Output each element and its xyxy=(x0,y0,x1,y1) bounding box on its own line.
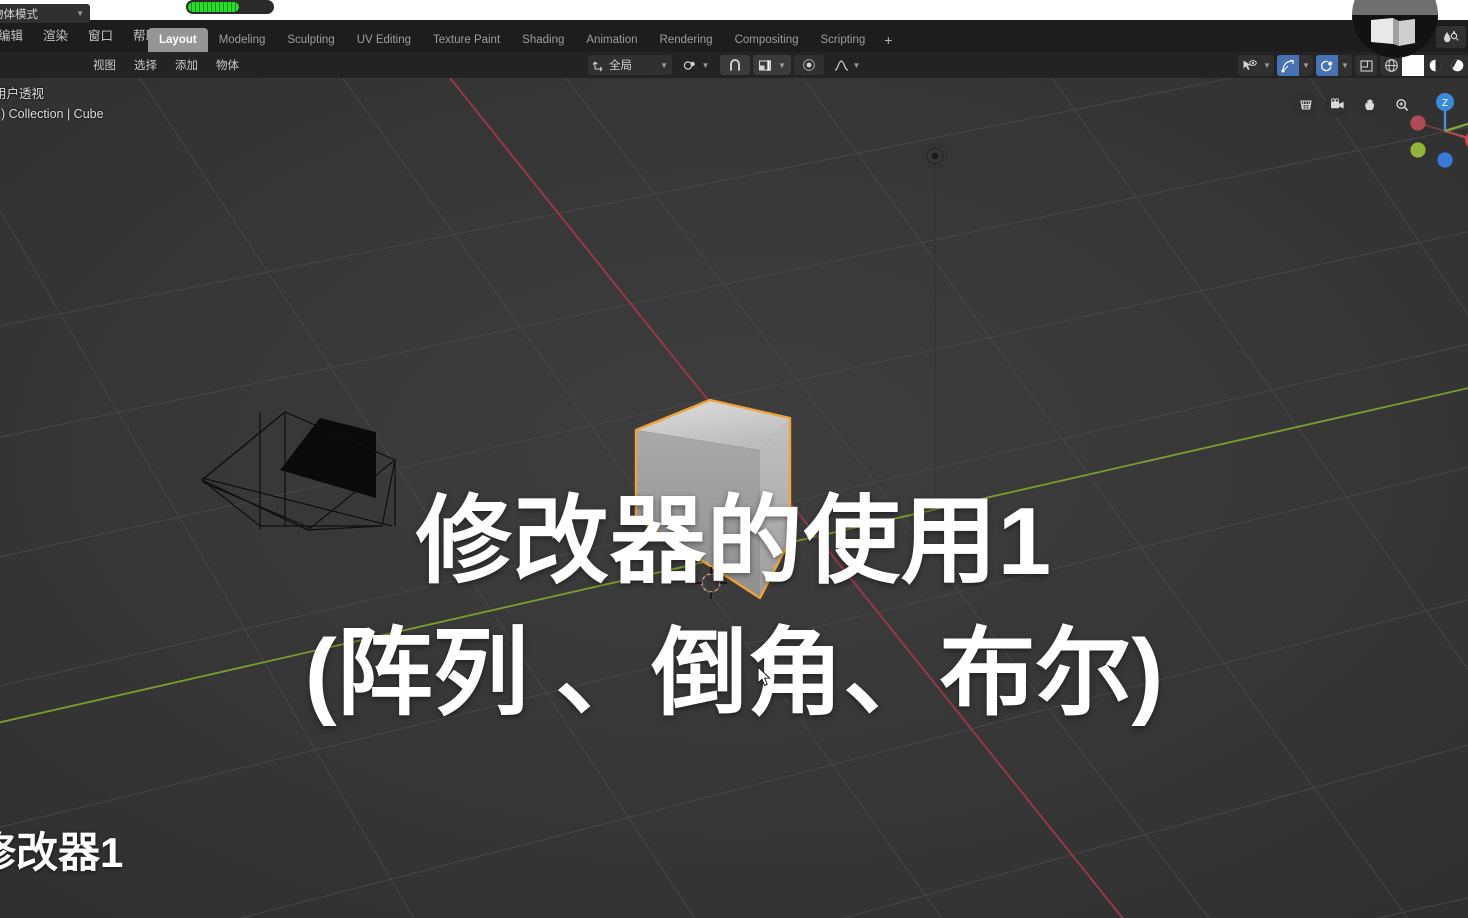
viewport-scene xyxy=(0,78,1468,918)
viewport-view-name: 用户透视 xyxy=(0,87,45,101)
snap-target-select[interactable]: ▼ xyxy=(753,55,791,75)
overlays-toggle-button[interactable] xyxy=(1316,55,1338,76)
shading-rendered-icon xyxy=(1451,59,1463,72)
tab-shading[interactable]: Shading xyxy=(511,28,575,52)
chevron-down-icon: ▼ xyxy=(701,60,710,70)
camera-view-icon xyxy=(1331,98,1344,109)
overlays-group: ▼ xyxy=(1316,55,1352,76)
tab-animation[interactable]: Animation xyxy=(575,28,648,52)
proportional-edit-icon xyxy=(803,59,815,71)
ortho-persp-grid-icon xyxy=(1299,99,1312,110)
xray-toggle-button[interactable] xyxy=(1355,55,1377,76)
viewport-menu-row: 视图 选择 添加 物体 xyxy=(84,52,248,78)
viewport-menu-add[interactable]: 添加 xyxy=(166,54,207,76)
shading-material-icon xyxy=(1429,59,1441,72)
gizmo-dropdown[interactable]: ▼ xyxy=(1299,55,1313,76)
viewport-transform-widgets: 全局 ▼ ▼ ▼ ▼ xyxy=(588,55,867,75)
viewport-menu-view[interactable]: 视图 xyxy=(84,54,125,76)
pan-view-button[interactable] xyxy=(1357,92,1382,117)
pivot-point-icon xyxy=(683,60,695,70)
xray-icon xyxy=(1359,59,1373,72)
topbar-menu-row: 编辑 渲染 窗口 帮助 xyxy=(0,20,168,52)
snap-magnet-toggle[interactable] xyxy=(720,55,750,75)
shading-solid-button[interactable] xyxy=(1402,55,1424,76)
xray-group xyxy=(1355,55,1377,76)
topbar-menu-window[interactable]: 窗口 xyxy=(78,27,123,46)
gizmo-group: ▼ xyxy=(1277,55,1313,76)
shading-mode-group xyxy=(1380,55,1468,76)
topbar-menu-render[interactable]: 渲染 xyxy=(33,27,78,46)
visibility-selectability-button[interactable] xyxy=(1238,55,1260,76)
orientation-axes-icon xyxy=(592,61,603,71)
topbar-menu-edit[interactable]: 编辑 xyxy=(0,27,33,46)
shading-wireframe-button[interactable] xyxy=(1380,55,1402,76)
tab-texture-paint[interactable]: Texture Paint xyxy=(422,28,511,52)
chevron-down-icon: ▼ xyxy=(1302,61,1310,70)
pivot-point-select[interactable]: ▼ xyxy=(675,55,717,75)
shading-wireframe-icon xyxy=(1384,59,1398,72)
transform-orientation-select[interactable]: 全局 ▼ xyxy=(588,55,672,75)
chevron-down-icon: ▼ xyxy=(852,60,861,70)
shading-solid-icon xyxy=(1407,59,1419,72)
tab-uv-editing[interactable]: UV Editing xyxy=(346,28,422,52)
webcam-overlay xyxy=(1352,0,1438,58)
viewport-menu-select[interactable]: 选择 xyxy=(125,54,166,76)
tab-rendering[interactable]: Rendering xyxy=(649,28,724,52)
gizmo-axis-x-negative xyxy=(1410,115,1426,131)
gizmo-axis-y-positive xyxy=(1410,142,1426,158)
visibility-icon xyxy=(1243,60,1257,70)
viewport-menu-object[interactable]: 物体 xyxy=(207,54,248,76)
progress-bar-fill xyxy=(188,2,239,12)
chevron-down-icon: ▼ xyxy=(1263,61,1271,70)
interaction-mode-value: 物体模式 xyxy=(0,8,38,21)
viewport-info-text: 用户透视 1) Collection | Cube xyxy=(0,84,104,124)
shading-rendered-button[interactable] xyxy=(1446,55,1468,76)
gizmo-icon xyxy=(1281,59,1294,72)
proportional-falloff-select[interactable]: ▼ xyxy=(827,55,867,75)
viewport-display-widgets: ▼ ▼ ▼ xyxy=(1238,55,1468,76)
tab-layout[interactable]: Layout xyxy=(148,28,208,52)
bottom-left-caption: 修改器1 xyxy=(0,829,124,876)
tab-sculpting[interactable]: Sculpting xyxy=(276,28,345,52)
gizmo-z-label: Z xyxy=(1442,98,1448,109)
chevron-down-icon: ▼ xyxy=(660,60,668,70)
scene-properties-button[interactable] xyxy=(1436,26,1466,48)
top-white-strip xyxy=(0,0,1468,20)
snap-increment-icon xyxy=(758,59,772,71)
chevron-down-icon: ▼ xyxy=(1341,61,1349,70)
hand-pan-icon xyxy=(1364,98,1374,110)
visibility-dropdown[interactable]: ▼ xyxy=(1260,55,1274,76)
proportional-editing-toggle[interactable] xyxy=(794,55,824,75)
shading-material-button[interactable] xyxy=(1424,55,1446,76)
transform-orientation-value: 全局 xyxy=(609,60,632,72)
gizmo-toggle-button[interactable] xyxy=(1277,55,1299,76)
tab-scripting[interactable]: Scripting xyxy=(810,28,877,52)
blender-window: 编辑 渲染 窗口 帮助 Layout Modeling Sculpting UV… xyxy=(0,0,1468,918)
tab-modeling[interactable]: Modeling xyxy=(208,28,277,52)
viewport-nav-buttons xyxy=(1293,92,1414,117)
chevron-down-icon: ▼ xyxy=(76,9,84,18)
tab-compositing[interactable]: Compositing xyxy=(724,28,810,52)
add-workspace-button[interactable]: + xyxy=(876,28,900,52)
folder-3d-icon xyxy=(1371,18,1415,46)
overlays-icon xyxy=(1320,60,1333,71)
chevron-down-icon: ▼ xyxy=(778,60,786,70)
axis-navigation-gizmo[interactable]: Z X xyxy=(1402,88,1468,174)
interaction-mode-select[interactable]: 物体模式 ▼ xyxy=(0,4,90,23)
workspace-tabs: Layout Modeling Sculpting UV Editing Tex… xyxy=(148,28,900,52)
visibility-selectability-group: ▼ xyxy=(1238,55,1274,76)
viewport-active-object-path: 1) Collection | Cube xyxy=(0,107,104,121)
magnet-icon xyxy=(730,59,740,71)
progress-bar[interactable] xyxy=(186,0,274,14)
toggle-ortho-persp-button[interactable] xyxy=(1293,92,1318,117)
viewport-3d[interactable]: 用户透视 1) Collection | Cube Z 修改器的使用1 (阵列 … xyxy=(0,78,1468,918)
scene-drop-icon xyxy=(1444,31,1459,43)
overlays-dropdown[interactable]: ▼ xyxy=(1338,55,1352,76)
falloff-curve-icon xyxy=(834,59,848,71)
gizmo-axis-z-negative xyxy=(1437,152,1453,168)
camera-view-button[interactable] xyxy=(1325,92,1350,117)
